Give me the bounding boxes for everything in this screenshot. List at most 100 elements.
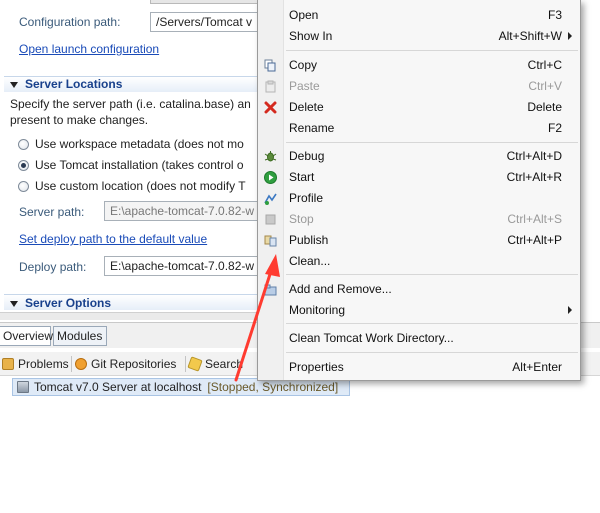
radio-tomcat-installation[interactable]: Use Tomcat installation (takes control o (18, 158, 244, 172)
server-icon (17, 381, 29, 393)
menu-item-label: Paste (289, 79, 320, 93)
menu-separator (286, 142, 578, 143)
menu-item-label: Rename (289, 121, 335, 135)
menu-item-open[interactable]: Open F3 (258, 5, 580, 25)
radio-workspace-metadata[interactable]: Use workspace metadata (does not mo (18, 137, 244, 151)
menu-item-label: Add and Remove... (289, 282, 392, 296)
menu-item-rename[interactable]: Rename F2 (258, 118, 580, 138)
set-deploy-path-link[interactable]: Set deploy path to the default value (19, 232, 207, 246)
menu-item-shortcut: F3 (547, 8, 562, 22)
profile-icon (264, 193, 277, 205)
server-locations-desc-1: Specify the server path (i.e. catalina.b… (10, 97, 251, 111)
top-field-edge (150, 0, 260, 4)
paste-icon (265, 80, 276, 93)
menu-item-properties[interactable]: Properties Alt+Enter (258, 357, 580, 377)
view-tab-divider (185, 356, 186, 372)
server-status: [Stopped, Synchronized] (207, 380, 339, 394)
tab-modules[interactable]: Modules (53, 326, 107, 346)
deploy-path-field[interactable]: E:\apache-tomcat-7.0.82-w (104, 256, 260, 276)
context-menu: Open F3 Show In Alt+Shift+W Copy Ctrl+C … (257, 0, 581, 381)
server-options-title: Server Options (25, 296, 112, 310)
menu-item-label: Monitoring (289, 303, 346, 317)
menu-item-label: Open (289, 8, 319, 22)
server-options-toggle[interactable]: Server Options (10, 296, 111, 310)
menu-item-start[interactable]: Start Ctrl+Alt+R (258, 167, 580, 187)
menu-item-shortcut: Ctrl+Alt+P (507, 233, 562, 247)
menu-item-copy[interactable]: Copy Ctrl+C (258, 55, 580, 75)
menu-item-label: Copy (289, 58, 318, 72)
view-tab-git-repositories[interactable]: Git Repositories (75, 355, 176, 373)
menu-item-shortcut: Ctrl+V (528, 79, 562, 93)
menu-item-shortcut: Alt+Shift+W (498, 29, 562, 43)
menu-item-label: Publish (289, 233, 329, 247)
tab-label: Modules (57, 329, 103, 343)
tab-label: Overview (3, 329, 54, 343)
menu-item-label: Stop (289, 212, 314, 226)
menu-item-publish[interactable]: Publish Ctrl+Alt+P (258, 230, 580, 250)
config-path-field[interactable]: /Servers/Tomcat v (150, 12, 260, 32)
menu-separator (286, 50, 578, 51)
collapse-triangle-icon (10, 81, 18, 88)
submenu-arrow-icon (568, 32, 572, 40)
menu-item-show-in[interactable]: Show In Alt+Shift+W (258, 26, 580, 46)
menu-item-debug[interactable]: Debug Ctrl+Alt+D (258, 146, 580, 166)
menu-item-label: Properties (289, 360, 344, 374)
menu-item-label: Debug (289, 149, 325, 163)
menu-item-label: Clean Tomcat Work Directory... (289, 331, 454, 345)
menu-item-stop[interactable]: Stop Ctrl+Alt+S (258, 209, 580, 229)
menu-item-shortcut: Ctrl+C (527, 58, 562, 72)
menu-item-label: Start (289, 170, 315, 184)
horizontal-scrollbar[interactable] (0, 312, 260, 320)
menu-item-profile[interactable]: Profile (258, 188, 580, 208)
menu-item-label: Show In (289, 29, 333, 43)
submenu-arrow-icon (568, 306, 572, 314)
tab-overview[interactable]: Overview (0, 326, 54, 346)
menu-item-shortcut: Ctrl+Alt+D (506, 149, 562, 163)
view-tab-problems[interactable]: Problems (2, 355, 69, 373)
add-remove-icon (264, 284, 277, 296)
radio-selected-icon (18, 159, 29, 171)
collapse-triangle-icon (10, 300, 18, 307)
view-tab-label: Search (205, 357, 244, 371)
server-path-label: Server path: (19, 205, 85, 219)
menu-separator (286, 274, 578, 275)
menu-item-delete[interactable]: Delete Delete (258, 97, 580, 117)
copy-icon (264, 59, 276, 72)
radio-custom-location[interactable]: Use custom location (does not modify T (18, 179, 246, 193)
menu-item-clean[interactable]: Clean... (258, 251, 580, 271)
view-tab-search[interactable]: Search (187, 355, 244, 373)
server-path-field[interactable]: E:\apache-tomcat-7.0.82-w (104, 201, 260, 221)
open-launch-config-link[interactable]: Open launch configuration (19, 42, 159, 56)
menu-item-shortcut: Alt+Enter (512, 360, 562, 374)
server-locations-title: Server Locations (25, 77, 123, 91)
server-name: Tomcat v7.0 Server at localhost (34, 380, 202, 394)
menu-item-paste[interactable]: Paste Ctrl+V (258, 76, 580, 96)
menu-item-shortcut: Delete (527, 100, 562, 114)
menu-item-shortcut: F2 (547, 121, 562, 135)
stop-icon (265, 214, 276, 225)
menu-item-clean-tomcat-work-directory[interactable]: Clean Tomcat Work Directory... (258, 328, 580, 348)
view-tab-label: Git Repositories (91, 357, 177, 371)
menu-item-label: Profile (289, 191, 324, 205)
menu-item-label: Clean... (289, 254, 331, 268)
view-tab-label: Problems (18, 357, 69, 371)
radio-icon (18, 138, 29, 150)
start-icon (264, 171, 277, 184)
menu-separator (286, 352, 578, 353)
menu-item-shortcut: Ctrl+Alt+S (507, 212, 562, 226)
server-locations-toggle[interactable]: Server Locations (10, 77, 122, 91)
server-locations-desc-2: present to make changes. (10, 113, 149, 127)
git-repositories-icon (75, 358, 87, 370)
menu-item-monitoring[interactable]: Monitoring (258, 300, 580, 320)
radio-label: Use workspace metadata (does not mo (35, 137, 244, 151)
problems-icon (2, 358, 14, 370)
config-path-label: Configuration path: (19, 15, 121, 29)
menu-item-add-and-remove[interactable]: Add and Remove... (258, 279, 580, 299)
menu-item-shortcut: Ctrl+Alt+R (506, 170, 562, 184)
search-icon (187, 356, 203, 372)
delete-icon (264, 101, 277, 114)
debug-icon (264, 151, 277, 162)
view-tab-divider (71, 356, 72, 372)
radio-label: Use custom location (does not modify T (35, 179, 246, 193)
menu-item-label: Delete (289, 100, 324, 114)
